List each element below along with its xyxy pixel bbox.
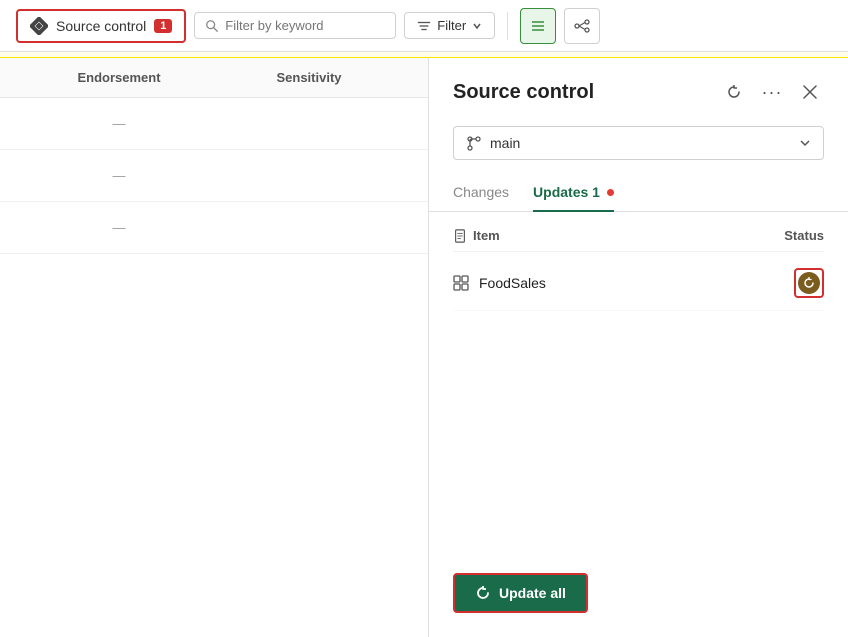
main-content: Endorsement Sensitivity — — — Source con…	[0, 58, 848, 637]
item-list-header: Item Status	[453, 228, 824, 252]
endorsement-cell: —	[24, 168, 214, 183]
update-status-icon	[798, 272, 820, 294]
branch-left: main	[466, 135, 520, 151]
filter-button[interactable]: Filter	[404, 12, 495, 39]
filter-icon	[417, 19, 431, 33]
item-name-col: FoodSales	[453, 275, 754, 291]
toolbar-divider	[507, 12, 508, 40]
status-col	[754, 268, 824, 298]
table-row: —	[0, 98, 428, 150]
refresh-button[interactable]	[720, 78, 748, 106]
endorsement-cell: —	[24, 116, 214, 131]
sync-arrow-icon	[802, 276, 816, 290]
filter-input[interactable]	[225, 18, 385, 33]
filter-input-wrap[interactable]	[194, 12, 396, 39]
close-button[interactable]	[796, 78, 824, 106]
item-list: Item Status FoodSales	[429, 212, 848, 553]
branch-icon	[466, 135, 482, 151]
tab-changes[interactable]: Changes	[453, 176, 509, 212]
item-col-header: Item	[453, 228, 754, 243]
update-all-label: Update all	[499, 585, 566, 601]
col-sensitivity-header: Sensitivity	[214, 70, 404, 85]
tab-changes-label: Changes	[453, 184, 509, 200]
source-control-button[interactable]: Source control 1	[16, 9, 186, 43]
tab-updates-label: Updates 1	[533, 184, 600, 200]
source-control-badge: 1	[154, 19, 172, 33]
panel-header: Source control ···	[429, 58, 848, 118]
tab-updates-dot	[607, 189, 614, 196]
source-control-label: Source control	[56, 18, 146, 34]
more-options-button[interactable]: ···	[758, 78, 786, 106]
ellipsis-icon: ···	[762, 82, 783, 103]
list-icon	[530, 18, 546, 34]
update-all-button[interactable]: Update all	[453, 573, 588, 613]
status-icon-wrap	[794, 268, 824, 298]
branch-dropdown[interactable]: main	[453, 126, 824, 160]
col-endorsement-header: Endorsement	[24, 70, 214, 85]
source-control-icon	[30, 17, 48, 35]
tabs: Changes Updates 1	[429, 176, 848, 212]
update-all-icon	[475, 585, 491, 601]
list-item: FoodSales	[453, 256, 824, 311]
status-col-header: Status	[754, 228, 824, 243]
panel-actions: ···	[720, 78, 824, 106]
list-view-button[interactable]	[520, 8, 556, 44]
item-name: FoodSales	[479, 275, 546, 291]
close-icon	[803, 85, 817, 99]
graph-view-button[interactable]	[564, 8, 600, 44]
tab-updates-badge: Updates 1	[533, 184, 614, 200]
panel-footer: Update all	[429, 553, 848, 637]
filter-label: Filter	[437, 18, 466, 33]
file-icon	[453, 229, 467, 243]
chevron-down-icon	[472, 21, 482, 31]
left-panel: Endorsement Sensitivity — — —	[0, 58, 428, 637]
chevron-down-icon	[799, 137, 811, 149]
grid-icon	[453, 275, 469, 291]
table-row: —	[0, 202, 428, 254]
panel-title: Source control	[453, 81, 594, 104]
toolbar: Source control 1 Filter	[0, 0, 848, 52]
refresh-icon	[726, 84, 742, 100]
branch-name: main	[490, 135, 520, 151]
endorsement-cell: —	[24, 220, 214, 235]
graph-icon	[574, 18, 590, 34]
source-control-panel: Source control ···	[428, 58, 848, 637]
table-header: Endorsement Sensitivity	[0, 58, 428, 98]
tab-updates[interactable]: Updates 1	[533, 176, 614, 212]
table-row: —	[0, 150, 428, 202]
search-icon	[205, 19, 219, 33]
